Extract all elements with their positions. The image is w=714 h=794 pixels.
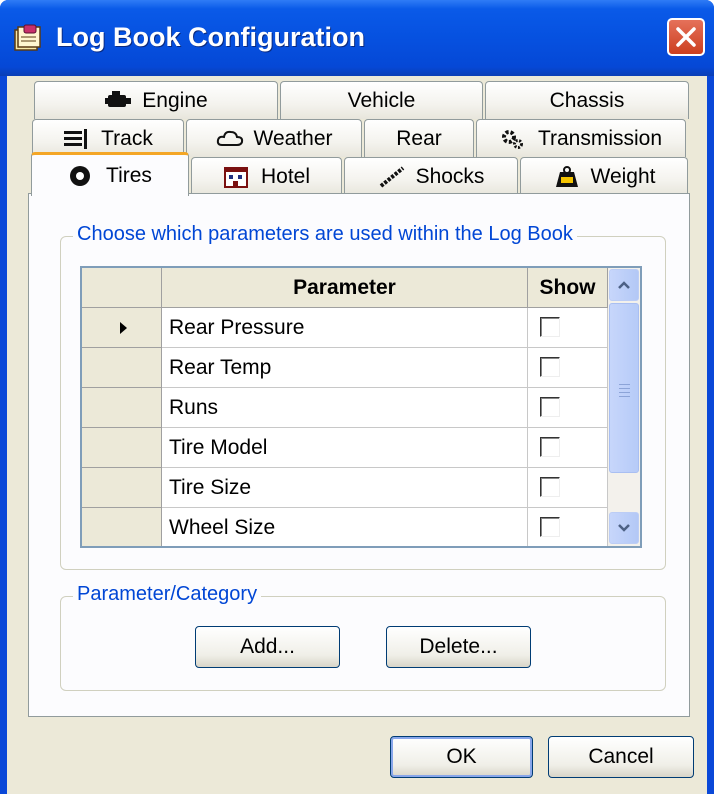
tab-label: Engine [142,88,208,112]
show-cell [528,508,608,546]
parameters-group-legend: Choose which parameters are used within … [73,223,577,246]
tab-label: Hotel [260,164,311,188]
window-title: Log Book Configuration [56,22,365,52]
tab-label: Vehicle [347,88,416,112]
tab-label: Weight [590,164,656,188]
show-cell [528,348,608,388]
tab-weather[interactable]: Weather [186,119,362,157]
close-button[interactable] [667,18,705,56]
tab-hotel[interactable]: Hotel [191,157,342,195]
tab-vehicle[interactable]: Vehicle [280,81,483,119]
parameter-cell[interactable]: Rear Pressure [162,308,528,348]
tire-icon [68,165,96,187]
current-row-indicator-icon [120,322,127,334]
chevron-up-icon [618,281,630,289]
row-header[interactable] [82,468,162,508]
tab-chassis[interactable]: Chassis [485,81,689,119]
cloud-icon [216,128,244,150]
show-column-header[interactable]: Show [528,268,608,308]
logbook-app-icon [14,24,41,51]
chevron-down-icon [618,524,630,532]
engine-icon [104,90,132,112]
row-header[interactable] [82,388,162,428]
row-header[interactable] [82,348,162,388]
show-checkbox[interactable] [540,357,560,377]
show-checkbox[interactable] [540,317,560,337]
show-checkbox[interactable] [540,477,560,497]
table-row[interactable]: Tire Model [82,428,608,468]
close-icon [676,27,696,47]
track-icon [63,128,91,150]
table-row[interactable]: Tire Size [82,468,608,508]
tab-label: Chassis [549,88,625,112]
dialog-window: Log Book Configuration Engine Vehicle Ch… [0,0,714,794]
row-header[interactable] [82,428,162,468]
tab-label: Tires [106,163,152,187]
parameter-cell[interactable]: Wheel Size [162,508,528,546]
table-row[interactable]: Runs [82,388,608,428]
show-checkbox[interactable] [540,517,560,537]
weight-icon [553,165,581,188]
show-checkbox[interactable] [540,437,560,457]
tab-label: Transmission [537,126,663,150]
show-cell [528,428,608,468]
tab-weight[interactable]: Weight [520,157,688,195]
delete-button[interactable]: Delete... [386,626,531,668]
parameter-cell[interactable]: Tire Model [162,428,528,468]
vertical-scrollbar[interactable] [608,268,640,546]
scroll-down-button[interactable] [609,512,639,544]
show-cell [528,468,608,508]
category-group: Parameter/Category [60,583,666,691]
tab-transmission[interactable]: Transmission [476,119,686,157]
table-row[interactable]: Rear Temp [82,348,608,388]
table-row[interactable]: Rear Pressure [82,308,608,348]
parameter-cell[interactable]: Tire Size [162,468,528,508]
title-bar[interactable]: Log Book Configuration [0,0,714,76]
tab-tires[interactable]: Tires [31,152,189,196]
grid-corner-header [82,268,162,308]
tab-label: Rear [396,126,442,150]
show-cell [528,308,608,348]
row-header[interactable] [82,508,162,546]
parameter-column-header[interactable]: Parameter [162,268,528,308]
show-checkbox[interactable] [540,397,560,417]
tab-label: Weather [253,126,333,150]
shock-icon [378,165,406,188]
parameter-cell[interactable]: Runs [162,388,528,428]
gears-icon [500,128,528,150]
tab-rear[interactable]: Rear [364,119,474,157]
tab-label: Shocks [415,164,485,188]
tab-label: Track [101,126,153,150]
scroll-up-button[interactable] [609,269,639,301]
row-header[interactable] [82,308,162,348]
table-row[interactable]: Wheel Size [82,508,608,546]
cancel-button[interactable]: Cancel [548,736,694,778]
category-group-legend: Parameter/Category [73,583,262,606]
ok-button[interactable]: OK [390,736,533,778]
show-cell [528,388,608,428]
building-icon [223,166,251,188]
scroll-thumb[interactable] [609,303,639,473]
add-button[interactable]: Add... [195,626,340,668]
parameters-grid[interactable]: Parameter Show Rear Pressure Rear Temp R… [80,266,642,548]
parameter-cell[interactable]: Rear Temp [162,348,528,388]
tab-engine[interactable]: Engine [34,81,278,119]
tab-shocks[interactable]: Shocks [344,157,518,195]
